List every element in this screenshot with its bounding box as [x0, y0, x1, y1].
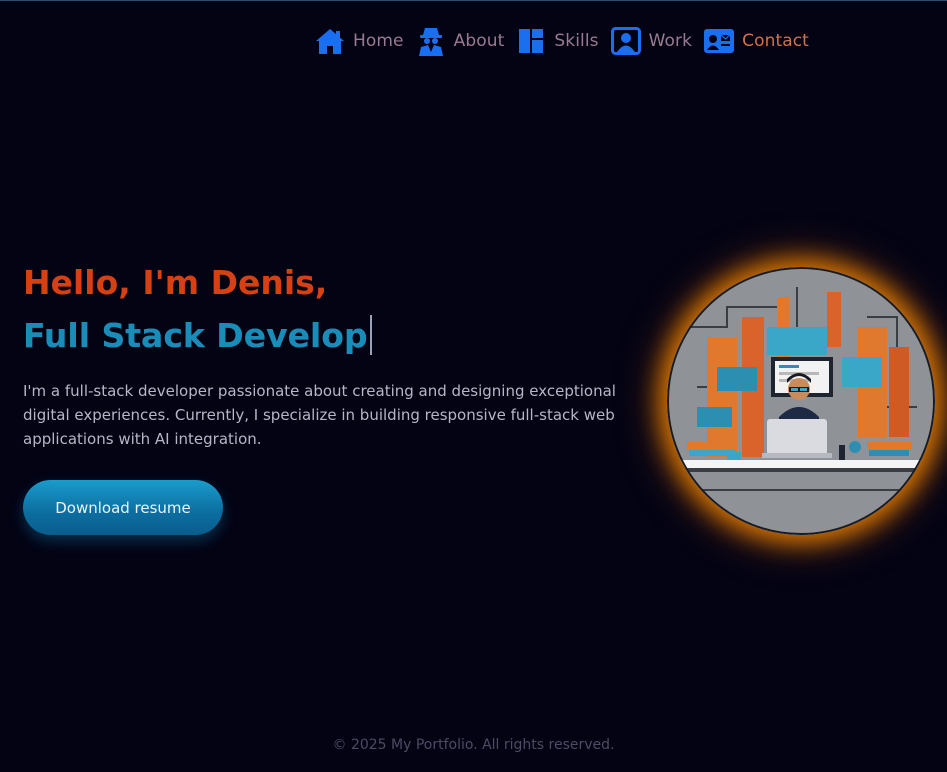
- hero-role: Full Stack Develop: [23, 315, 368, 355]
- dashboard-icon: [516, 26, 546, 56]
- main-nav: Home About Skills Work Contact: [315, 25, 821, 57]
- nav-item-work[interactable]: Work: [610, 26, 693, 56]
- nav-item-home[interactable]: Home: [315, 26, 404, 56]
- developer-illustration: [667, 267, 935, 535]
- portfolio-page: Home About Skills Work Contact Hello, I'…: [0, 0, 947, 772]
- download-resume-button[interactable]: Download resume: [23, 480, 223, 535]
- nav-label-skills: Skills: [554, 31, 599, 51]
- id-card-icon: [704, 26, 735, 56]
- hero-bio: I'm a full-stack developer passionate ab…: [23, 382, 616, 448]
- hero-greeting: Hello, I'm Denis,: [23, 263, 328, 302]
- hero-role-line: Full Stack Develop: [23, 313, 372, 357]
- nav-item-about[interactable]: About: [416, 26, 505, 56]
- nav-label-work: Work: [648, 31, 693, 51]
- portrait-icon: [610, 26, 641, 56]
- typing-caret: [369, 315, 372, 355]
- avatar-illustration: [667, 267, 935, 535]
- footer-copyright: © 2025 My Portfolio. All rights reserved…: [332, 737, 615, 753]
- home-icon: [315, 26, 345, 56]
- spy-icon: [416, 26, 446, 56]
- nav-label-home: Home: [353, 31, 404, 51]
- nav-label-contact: Contact: [742, 31, 809, 51]
- nav-item-skills[interactable]: Skills: [516, 26, 599, 56]
- nav-label-about: About: [453, 31, 505, 51]
- nav-item-contact[interactable]: Contact: [704, 26, 809, 56]
